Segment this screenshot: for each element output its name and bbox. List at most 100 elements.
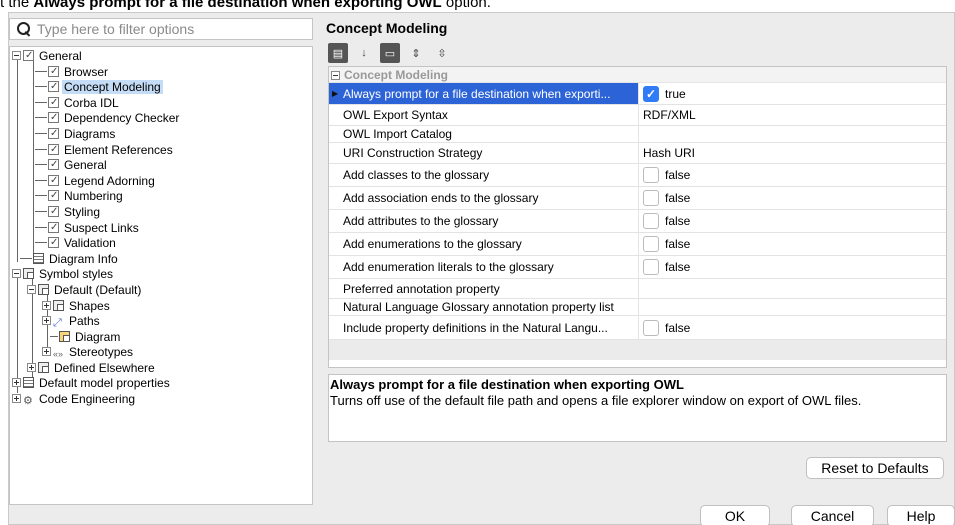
- property-row-add-enumeration-literals[interactable]: Add enumeration literals to the glossary…: [329, 256, 946, 279]
- expand-icon[interactable]: [42, 316, 51, 326]
- collapse-icon[interactable]: [12, 51, 21, 60]
- tree-item-diagram[interactable]: Diagram: [10, 330, 312, 346]
- expand-icon[interactable]: [12, 394, 21, 404]
- expand-all-icon[interactable]: ⇕: [406, 43, 426, 63]
- checkbox-icon: [48, 95, 59, 110]
- checkbox-icon: [48, 220, 59, 235]
- ok-button[interactable]: OK: [700, 505, 770, 525]
- sort-alphabetically-icon[interactable]: ↓: [354, 43, 374, 63]
- symbol-style-icon: [38, 361, 49, 373]
- tree-item-general-sub[interactable]: General: [10, 157, 312, 174]
- tree-item-code-engineering[interactable]: ⚙ Code Engineering: [10, 392, 312, 408]
- property-row-include-property-definitions[interactable]: Include property definitions in the Natu…: [329, 316, 946, 340]
- tree-item-concept-modeling[interactable]: Concept Modeling: [10, 79, 312, 96]
- tree-item-dependency-checker[interactable]: Dependency Checker: [10, 110, 312, 127]
- symbol-styles-icon: [23, 268, 34, 280]
- description-title: Always prompt for a file destination whe…: [330, 377, 684, 392]
- checkbox-icon: [48, 204, 59, 220]
- tree-item-browser[interactable]: Browser: [10, 64, 312, 81]
- category-header[interactable]: Concept Modeling: [329, 67, 946, 83]
- tree-item-shapes[interactable]: Shapes: [10, 299, 312, 315]
- add-classes-checkbox[interactable]: [643, 167, 659, 183]
- tree-item-default-model-properties[interactable]: Default model properties: [10, 376, 312, 392]
- checkbox-icon: [23, 48, 34, 64]
- checkbox-icon: [48, 157, 59, 173]
- collapse-icon[interactable]: [331, 71, 340, 80]
- description-body: Turns off use of the default file path a…: [330, 393, 862, 408]
- tree-item-legend-adorning[interactable]: Legend Adorning: [10, 173, 312, 190]
- property-row-always-prompt[interactable]: ▶ Always prompt for a file destination wh…: [329, 83, 946, 105]
- property-row-owl-export-syntax[interactable]: OWL Export Syntax RDF/XML: [329, 105, 946, 126]
- paths-icon: ⤢: [53, 317, 62, 330]
- tree-item-default-default[interactable]: Default (Default): [10, 283, 312, 299]
- property-row-add-enumerations[interactable]: Add enumerations to the glossary false: [329, 233, 946, 256]
- expand-icon[interactable]: [42, 300, 51, 310]
- show-description-icon[interactable]: ▭: [380, 43, 400, 63]
- property-row-uri-construction-strategy[interactable]: URI Construction Strategy Hash URI: [329, 143, 946, 164]
- add-enumerations-checkbox[interactable]: [643, 236, 659, 252]
- checkbox-icon: [48, 79, 59, 95]
- checkbox-icon: [48, 188, 59, 204]
- collapse-icon[interactable]: [12, 269, 21, 279]
- tree-item-validation[interactable]: Validation: [10, 235, 312, 252]
- left-panel: General Browser Concept Modeling Corba I…: [9, 18, 313, 505]
- tree-item-defined-elsewhere[interactable]: Defined Elsewhere: [10, 361, 312, 377]
- grid-toolbar: ▤ ↓ ▭ ⇕ ⇳: [328, 42, 452, 64]
- cancel-button[interactable]: Cancel: [791, 505, 874, 525]
- checkbox-icon: [48, 126, 59, 142]
- description-panel: Always prompt for a file destination whe…: [328, 374, 947, 442]
- property-row-add-attributes[interactable]: Add attributes to the glossary false: [329, 210, 946, 233]
- property-row-owl-import-catalog[interactable]: OWL Import Catalog: [329, 126, 946, 143]
- expand-icon[interactable]: [42, 347, 51, 357]
- code-engineering-icon: ⚙: [23, 395, 33, 408]
- options-tree: General Browser Concept Modeling Corba I…: [9, 46, 313, 505]
- add-attributes-checkbox[interactable]: [643, 213, 659, 229]
- diagram-icon: [59, 330, 70, 342]
- option-name-bold: Always prompt for a file destination whe…: [33, 0, 442, 11]
- categorized-view-icon[interactable]: ▤: [328, 43, 348, 63]
- list-icon: [33, 252, 44, 264]
- add-enumeration-literals-checkbox[interactable]: [643, 259, 659, 275]
- expand-icon[interactable]: [12, 378, 21, 388]
- property-grid: Concept Modeling ▶ Always prompt for a fi…: [328, 66, 947, 368]
- tree-item-suspect-links[interactable]: Suspect Links: [10, 220, 312, 237]
- tree-item-diagrams[interactable]: Diagrams: [10, 126, 312, 143]
- document-instruction-text: t the Always prompt for a file destinati…: [0, 0, 491, 11]
- tree-item-diagram-info[interactable]: Diagram Info: [10, 252, 312, 268]
- section-title: Concept Modeling: [326, 20, 448, 36]
- property-row-add-classes[interactable]: Add classes to the glossary false: [329, 164, 946, 187]
- expand-icon[interactable]: [27, 362, 36, 372]
- tree-item-numbering[interactable]: Numbering: [10, 188, 312, 205]
- stereotype-icon: «»: [53, 349, 64, 360]
- tree-item-paths[interactable]: ⤢ Paths: [10, 314, 312, 330]
- row-pointer-icon: ▶: [332, 89, 339, 98]
- tree-item-stereotypes[interactable]: «» Stereotypes: [10, 345, 312, 361]
- checkbox-icon: [48, 173, 59, 188]
- properties-icon: [23, 377, 34, 389]
- include-property-definitions-checkbox[interactable]: [643, 319, 659, 336]
- tree-item-element-references[interactable]: Element References: [10, 142, 312, 159]
- property-row-add-association-ends[interactable]: Add association ends to the glossary fal…: [329, 187, 946, 210]
- symbol-style-icon: [38, 283, 49, 295]
- checkbox-icon: [48, 142, 59, 157]
- shapes-icon: [53, 299, 64, 311]
- grid-empty-area: [329, 340, 946, 360]
- right-panel: Concept Modeling ▤ ↓ ▭ ⇕ ⇳ Concept Model…: [322, 18, 947, 505]
- collapse-all-icon[interactable]: ⇳: [432, 43, 452, 63]
- tree-item-symbol-styles[interactable]: Symbol styles: [10, 267, 312, 283]
- filter-input[interactable]: [37, 21, 297, 37]
- property-row-nl-glossary-annotation[interactable]: Natural Language Glossary annotation pro…: [329, 299, 946, 316]
- search-icon: [16, 21, 32, 37]
- filter-box[interactable]: [9, 18, 313, 40]
- tree-item-general[interactable]: General: [10, 48, 312, 65]
- help-button[interactable]: Help: [887, 505, 955, 525]
- checkbox-icon: [48, 64, 59, 79]
- property-row-preferred-annotation[interactable]: Preferred annotation property: [329, 279, 946, 299]
- tree-item-corba-idl[interactable]: Corba IDL: [10, 95, 312, 112]
- tree-item-styling[interactable]: Styling: [10, 204, 312, 221]
- checkbox-icon: [48, 110, 59, 126]
- collapse-icon[interactable]: [27, 284, 36, 294]
- reset-to-defaults-button[interactable]: Reset to Defaults: [806, 457, 944, 479]
- add-association-ends-checkbox[interactable]: [643, 190, 659, 206]
- always-prompt-checkbox[interactable]: ✓: [643, 85, 659, 102]
